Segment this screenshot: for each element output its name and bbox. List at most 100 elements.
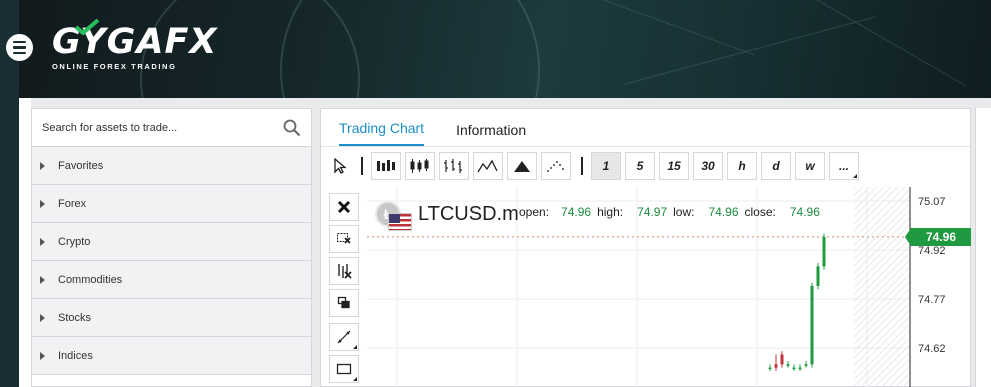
tab-trading-chart[interactable]: Trading Chart bbox=[339, 120, 425, 146]
candle-body bbox=[786, 364, 790, 366]
rectangle-tool-button[interactable] bbox=[329, 355, 359, 383]
open-label: open: bbox=[519, 205, 550, 219]
select-remove-icon bbox=[337, 233, 351, 244]
timeframe-d-button[interactable]: d bbox=[761, 152, 791, 180]
candle-body bbox=[804, 364, 808, 366]
caret-right-icon bbox=[40, 237, 45, 246]
toolbar-separator bbox=[581, 157, 583, 175]
brand-logo[interactable]: GYGAFX ONLINE FOREX TRADING bbox=[52, 19, 217, 71]
future-area bbox=[854, 187, 909, 387]
header-decoration bbox=[774, 0, 966, 86]
y-tick-label: 75.07 bbox=[918, 196, 946, 208]
caret-right-icon bbox=[40, 199, 45, 208]
remove-drawing-button[interactable] bbox=[329, 193, 359, 221]
category-stocks[interactable]: Stocks bbox=[32, 299, 311, 337]
chart-type-area-button[interactable] bbox=[507, 152, 537, 180]
corner-marker bbox=[853, 174, 857, 178]
category-indices[interactable]: Indices bbox=[32, 337, 311, 375]
header-decoration bbox=[565, 0, 755, 56]
select-remove-button[interactable] bbox=[329, 225, 359, 253]
timeframe-30-button[interactable]: 30 bbox=[693, 152, 723, 180]
y-tick-label: 74.77 bbox=[918, 294, 946, 306]
timeframe-1-button[interactable]: 1 bbox=[591, 152, 621, 180]
close-label: close: bbox=[744, 205, 776, 219]
y-tick-label: 74.62 bbox=[918, 343, 946, 355]
clone-drawing-button[interactable] bbox=[329, 289, 359, 317]
timeframe-h-button[interactable]: h bbox=[727, 152, 757, 180]
panel-tabs: Trading Chart Information bbox=[321, 109, 970, 147]
caret-right-icon bbox=[40, 275, 45, 284]
dots-icon bbox=[547, 161, 564, 172]
category-label: Forex bbox=[58, 197, 87, 210]
category-label: Indices bbox=[58, 349, 93, 362]
cursor-tool-button[interactable] bbox=[329, 152, 351, 180]
high-label: high: bbox=[597, 205, 624, 219]
category-label: Favorites bbox=[58, 159, 104, 172]
price-chart[interactable]: 75.07 74.92 74.77 74.62 Ł LTCUSD.m open: 74… bbox=[367, 187, 971, 387]
logo-check-icon bbox=[74, 19, 100, 35]
timeframe-5-button[interactable]: 5 bbox=[625, 152, 655, 180]
trendline-icon bbox=[337, 330, 351, 344]
chart-type-hollow-candles-button[interactable] bbox=[439, 152, 469, 180]
toolbar-separator bbox=[361, 157, 363, 175]
search-icon[interactable] bbox=[283, 119, 301, 137]
category-label: Crypto bbox=[58, 235, 91, 248]
brand-tagline: ONLINE FOREX TRADING bbox=[52, 62, 177, 71]
area-icon bbox=[514, 161, 530, 172]
timeframe-15-button[interactable]: 15 bbox=[659, 152, 689, 180]
asset-search bbox=[32, 109, 311, 147]
candle-body bbox=[798, 367, 802, 370]
timeframe-w-button[interactable]: w bbox=[795, 152, 825, 180]
delete-all-icon bbox=[338, 264, 352, 279]
header-decoration bbox=[624, 16, 876, 85]
cursor-icon bbox=[334, 158, 347, 174]
us-flag-icon bbox=[388, 213, 412, 231]
asset-search-input[interactable] bbox=[42, 121, 283, 134]
asset-sidebar: Favorites Forex Crypto Commodities Stock… bbox=[31, 108, 312, 387]
caret-right-icon bbox=[40, 351, 45, 360]
ohlc-readout: open: 74.96 high: 74.97 low: 74.96 close… bbox=[519, 205, 826, 219]
delete-all-button[interactable] bbox=[329, 257, 359, 285]
left-edge-gap bbox=[19, 98, 31, 387]
high-value: 74.97 bbox=[637, 205, 668, 219]
tab-information[interactable]: Information bbox=[456, 122, 526, 146]
candle-body bbox=[822, 236, 826, 267]
chart-type-line-button[interactable] bbox=[473, 152, 503, 180]
hamburger-menu-button[interactable] bbox=[6, 34, 33, 61]
low-value: 74.96 bbox=[708, 205, 739, 219]
category-crypto[interactable]: Crypto bbox=[32, 223, 311, 261]
chart-type-candles-button[interactable] bbox=[405, 152, 435, 180]
chart-toolbar: 1 5 15 30 h d w ... bbox=[329, 152, 863, 180]
category-label: Commodities bbox=[58, 273, 123, 286]
close-icon bbox=[337, 200, 351, 214]
header-decoration bbox=[280, 0, 540, 98]
category-favorites[interactable]: Favorites bbox=[32, 147, 311, 185]
close-value: 74.96 bbox=[789, 205, 820, 219]
symbol-name: LTCUSD.m bbox=[418, 202, 519, 225]
y-tick-label: 74.92 bbox=[918, 245, 946, 257]
candles-icon bbox=[410, 159, 429, 173]
corner-marker bbox=[353, 377, 357, 381]
candle-body bbox=[768, 367, 772, 370]
chart-panel: Trading Chart Information 1 5 15 30 h d … bbox=[320, 108, 971, 387]
low-label: low: bbox=[673, 205, 695, 219]
corner-marker bbox=[353, 345, 357, 349]
category-commodities[interactable]: Commodities bbox=[32, 261, 311, 299]
hollow-candles-icon bbox=[444, 159, 462, 173]
more-label: ... bbox=[838, 159, 849, 173]
chart-type-bars-button[interactable] bbox=[371, 152, 401, 180]
right-side-panel bbox=[975, 108, 991, 387]
category-forex[interactable]: Forex bbox=[32, 185, 311, 223]
timeframe-more-button[interactable]: ... bbox=[829, 152, 859, 180]
candle-body bbox=[792, 367, 796, 370]
candle-body bbox=[810, 285, 814, 365]
line-icon bbox=[477, 159, 498, 173]
open-value: 74.96 bbox=[561, 205, 592, 219]
chart-type-dots-button[interactable] bbox=[541, 152, 571, 180]
category-label: Stocks bbox=[58, 311, 92, 324]
rectangle-icon bbox=[336, 363, 352, 375]
drawing-tools bbox=[329, 193, 359, 387]
trendline-tool-button[interactable] bbox=[329, 323, 359, 351]
caret-right-icon bbox=[40, 313, 45, 322]
caret-right-icon bbox=[40, 161, 45, 170]
